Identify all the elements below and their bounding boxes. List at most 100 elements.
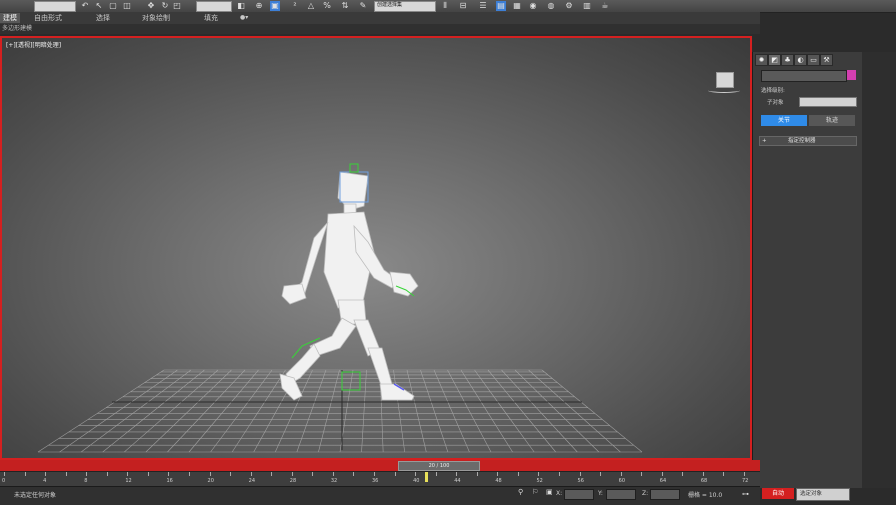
object-color-swatch[interactable] [847,70,856,80]
track-tick-label: 52 [536,478,543,484]
tab-selection[interactable]: 选择 [96,13,110,23]
manipulate-icon[interactable]: ▣ [270,1,280,11]
track-tick-label: 8 [84,478,88,484]
undo-icon[interactable]: ↶ [80,1,90,11]
key-icon[interactable]: ⊶ [742,490,749,498]
track-tick [600,472,602,476]
object-name-field[interactable] [761,70,847,82]
tab-freeform[interactable]: 自由形式 [34,13,62,23]
layer-icon[interactable]: ☰ [478,1,488,11]
track-bar[interactable]: 0 4 8 12 16 20 24 28 32 36 40 44 48 52 56 60 64 68 72 [0,471,760,486]
selection-level-label: 选择级别: [761,88,785,94]
select-icon[interactable]: ↖ [94,1,104,11]
create-tab-icon[interactable]: ✹ [755,54,768,66]
modify-tab-icon[interactable]: ◩ [768,54,781,66]
utilities-tab-icon[interactable]: ⚒ [820,54,833,66]
perspective-viewport[interactable]: [+][透视][明暗处理] [0,36,752,460]
track-tick [744,472,745,476]
biped-character[interactable] [2,38,752,460]
track-tick [641,472,643,476]
tab-modeling[interactable]: 建模 [0,13,20,23]
mirror-icon[interactable]: ⫴ [440,1,450,11]
track-tick [620,472,622,476]
track-tick [86,472,88,476]
trajectories-button[interactable]: 轨迹 [809,115,855,126]
spinner-snap-icon[interactable]: ⇅ [340,1,350,11]
track-tick [4,472,5,476]
track-tick [332,472,334,476]
biped-hand-left [281,283,307,305]
track-tick-label: 32 [330,478,338,484]
toolbar-dropdown[interactable] [34,1,76,12]
track-tick [497,472,499,476]
absolute-mode-icon[interactable]: ▣ [546,489,553,496]
pivot-icon[interactable]: ◧ [236,1,246,11]
move-icon[interactable]: ✥ [146,1,156,11]
auto-key-button[interactable]: 自动 [762,488,794,499]
head-gizmo [349,163,359,173]
curve-editor-icon[interactable]: ▦ [512,1,522,11]
subobject-label: 子对象 [767,100,784,106]
tab-populate[interactable]: 填充 [204,13,218,23]
track-tick [374,472,375,476]
track-tick [559,472,560,476]
render-icon[interactable]: ☕ [600,1,610,11]
percent-snap-icon[interactable]: % [322,1,332,11]
ribbon-options-icon[interactable]: ●▾ [240,13,248,23]
edit-named-sel-icon[interactable]: ✎ [358,1,368,11]
z-coordinate-field[interactable] [650,489,680,500]
track-tick-label: 60 [618,478,626,484]
track-tick-label: 72 [742,478,749,484]
motion-tab-icon[interactable]: ◐ [794,54,807,66]
angle-snap-icon[interactable]: △ [306,1,316,11]
set-key-filter-label: 选定对象 [800,491,823,497]
lock-icon[interactable]: ⚲ [518,489,525,496]
right-sidebar [862,52,896,488]
window-icon[interactable]: ◫ [122,1,132,11]
y-label: Y: [598,490,603,497]
track-tick-label: 28 [289,478,297,484]
hierarchy-tab-icon[interactable]: ♣ [781,54,794,66]
status-bar: 未选定任何对象 ⚲ ⚐ ▣ X: Y: Z: 栅格 = 10.0 [0,486,760,505]
track-tick [250,472,252,476]
subobject-dropdown[interactable] [799,97,857,107]
time-slider[interactable]: 20 / 100 [0,460,760,471]
com-gizmo [341,371,361,391]
time-slider-thumb[interactable]: 20 / 100 [398,461,480,471]
current-frame-marker[interactable] [425,472,428,482]
schematic-icon[interactable]: ◉ [528,1,538,11]
track-tick [168,472,170,476]
set-key-filter-field[interactable]: 选定对象 [796,488,850,501]
bones-button[interactable]: 关节 [761,115,807,126]
assign-controller-rollout[interactable]: + 指定控制器 [759,136,857,146]
track-tick [271,472,273,476]
track-tick [723,472,725,476]
tab-object-paint[interactable]: 对象绘制 [142,13,170,23]
y-coordinate-field[interactable] [606,489,636,500]
material-editor-icon[interactable]: ◍ [546,1,556,11]
track-tick [415,472,417,476]
isolate-icon[interactable]: ⚐ [532,489,539,496]
track-tick [127,472,129,476]
align-icon[interactable]: ⊟ [458,1,468,11]
rollout-label: 指定控制器 [788,138,816,144]
track-tick-label: 48 [495,478,502,484]
render-setup-icon[interactable]: ⚙ [564,1,574,11]
scene-explorer-icon[interactable]: ▤ [496,1,506,11]
track-tick [682,472,684,476]
rotate-icon[interactable]: ↻ [160,1,170,11]
grid-size-label: 栅格 = 10.0 [688,492,723,499]
track-tick [45,472,47,476]
snap-2d-icon[interactable]: ² [290,1,300,11]
scale-icon[interactable]: ◰ [172,1,182,11]
render-frame-icon[interactable]: ▥ [582,1,592,11]
rollout-toggle-icon[interactable]: + [762,137,767,145]
select-region-icon[interactable]: ▢ [108,1,118,11]
display-tab-icon[interactable]: ▭ [807,54,820,66]
track-tick-label: 36 [372,478,379,484]
track-tick-label: 16 [166,478,173,484]
track-tick [394,472,396,476]
reference-coord-dropdown[interactable] [196,1,232,12]
snap-icon[interactable]: ⊕ [254,1,264,11]
x-coordinate-field[interactable] [564,489,594,500]
